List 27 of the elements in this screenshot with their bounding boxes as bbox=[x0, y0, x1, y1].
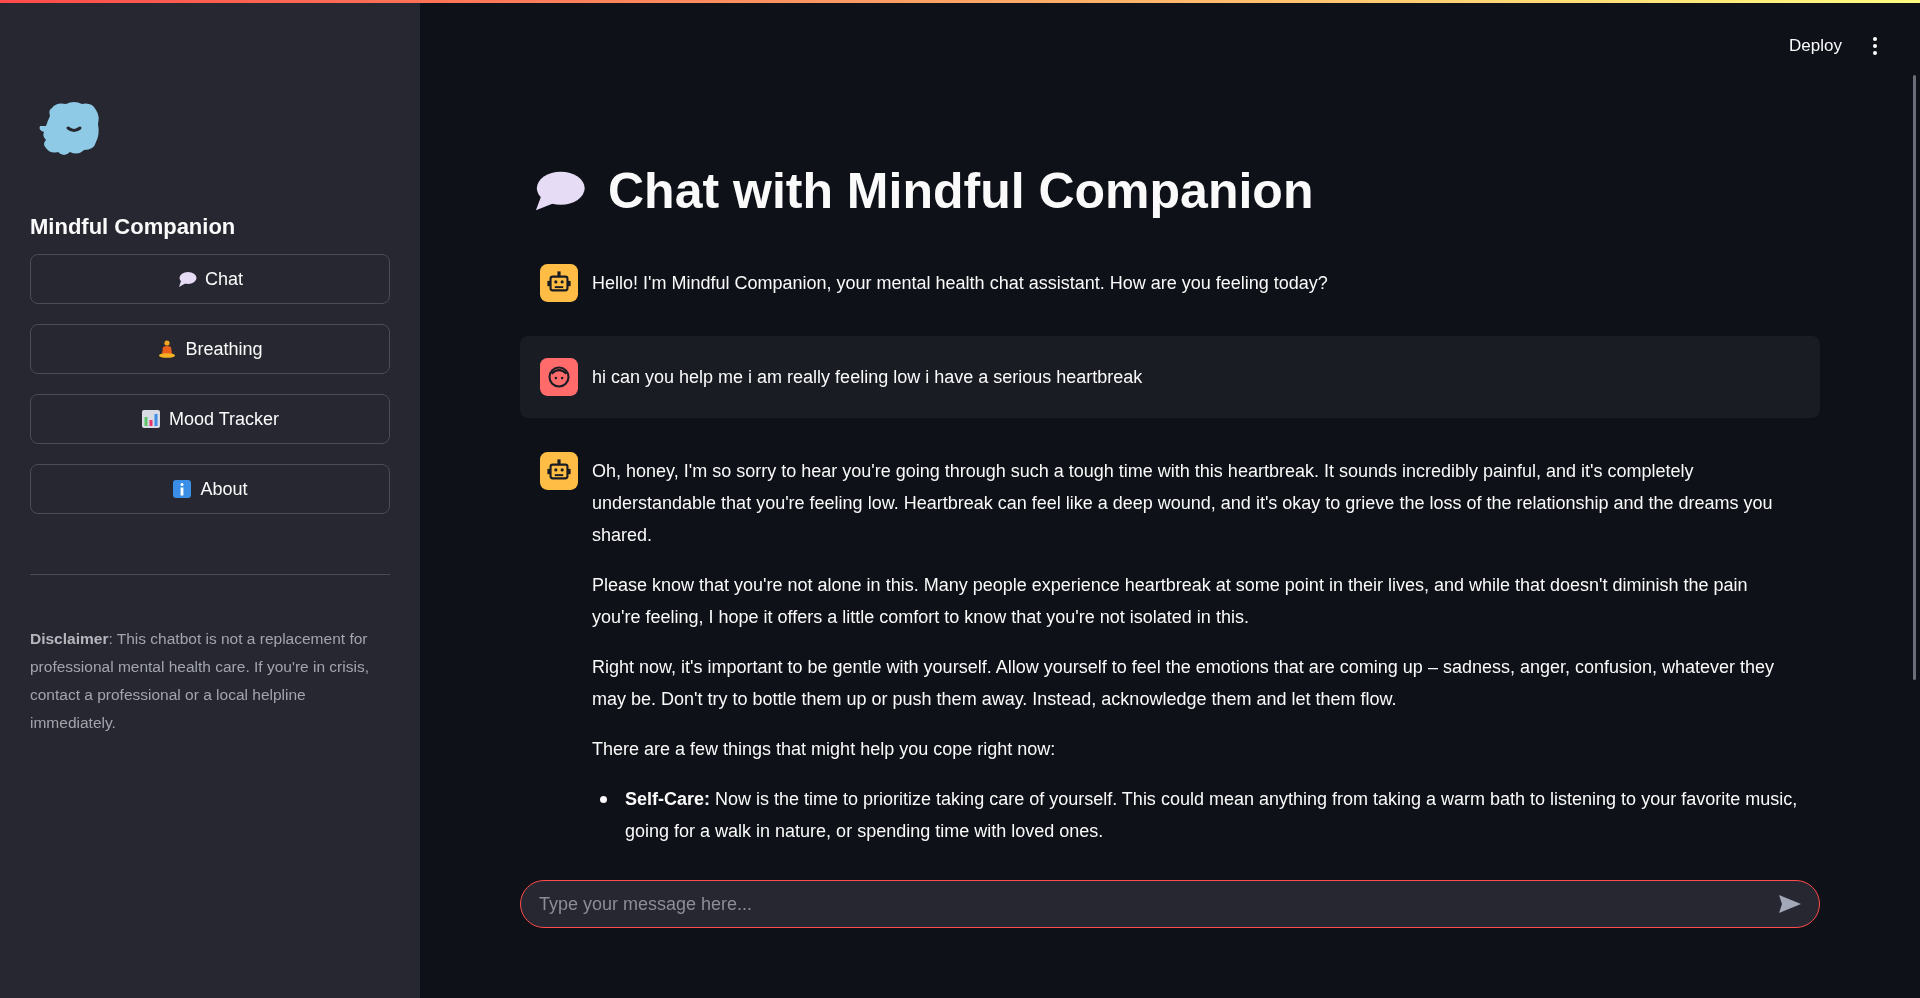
speech-bubble-icon bbox=[177, 269, 197, 289]
message-text: Self-Care: Now is the time to prioritize taking care of yourself. This could mean anything from taking a warm bath to listening to your favorite music, going for a walk in nature, or spending time with loved ones. bbox=[625, 788, 1799, 843]
page-title: Chat with Mindful Companion bbox=[608, 162, 1314, 220]
message-text: Hello! I'm Mindful Companion, your mental health chat assistant. How are you feeling today? bbox=[592, 272, 1328, 295]
sidebar-title: Mindful Companion bbox=[30, 214, 237, 240]
scrollbar[interactable] bbox=[1913, 75, 1916, 680]
user-avatar-icon bbox=[540, 358, 578, 396]
meditating-person-icon bbox=[157, 339, 178, 359]
disclaimer-text: Disclaimer: This chatbot is not a replacement for professional mental health care. If you're in crisis, contact a professional or a local helpline immediately. bbox=[30, 629, 370, 733]
nav-button[interactable]: About bbox=[30, 464, 390, 514]
nav-button[interactable]: Chat bbox=[30, 254, 390, 304]
robot-avatar-icon bbox=[540, 452, 578, 490]
message-text: There are a few things that might help you cope right now: bbox=[592, 738, 1057, 761]
nav-button[interactable]: Mood Tracker bbox=[30, 394, 390, 444]
robot-avatar-icon bbox=[540, 264, 578, 302]
nav-button[interactable]: Breathing bbox=[30, 324, 390, 374]
deploy-button[interactable]: Deploy bbox=[1783, 32, 1848, 60]
more-options-icon[interactable] bbox=[1872, 36, 1878, 56]
message-text: Oh, honey, I'm so sorry to hear you're going through such a tough time with this heartbreak. It sounds incredibly painful, and it's completely understandable that you're feeling low. Heartbreak can feel like a deep wound, and it's okay to grieve the loss of the relationship and the dreams you shared. bbox=[592, 460, 1774, 547]
bar-chart-icon bbox=[140, 409, 161, 429]
message-text: Right now, it's important to be gentle with yourself. Allow yourself to feel the emotions that are coming up – sadness, anger, confusion, whatever they may be. Don't try to bottle them up or push them away. Instead, acknowledge them and let them flow. bbox=[592, 656, 1776, 711]
send-icon[interactable] bbox=[1778, 894, 1802, 914]
message-text: Please know that you're not alone in this. Many people experience heartbreak at some point in their lives, and while that doesn't diminish the pain you're feeling, I hope it offers a little comfort to know that you're not isolated in this. bbox=[592, 574, 1749, 629]
message-input-field[interactable]: Type your message here... bbox=[520, 880, 1820, 928]
message-text: hi can you help me i am really feeling low i have a serious heartbreak bbox=[592, 366, 1143, 389]
info-icon bbox=[172, 479, 193, 499]
bullet-icon bbox=[600, 796, 607, 803]
